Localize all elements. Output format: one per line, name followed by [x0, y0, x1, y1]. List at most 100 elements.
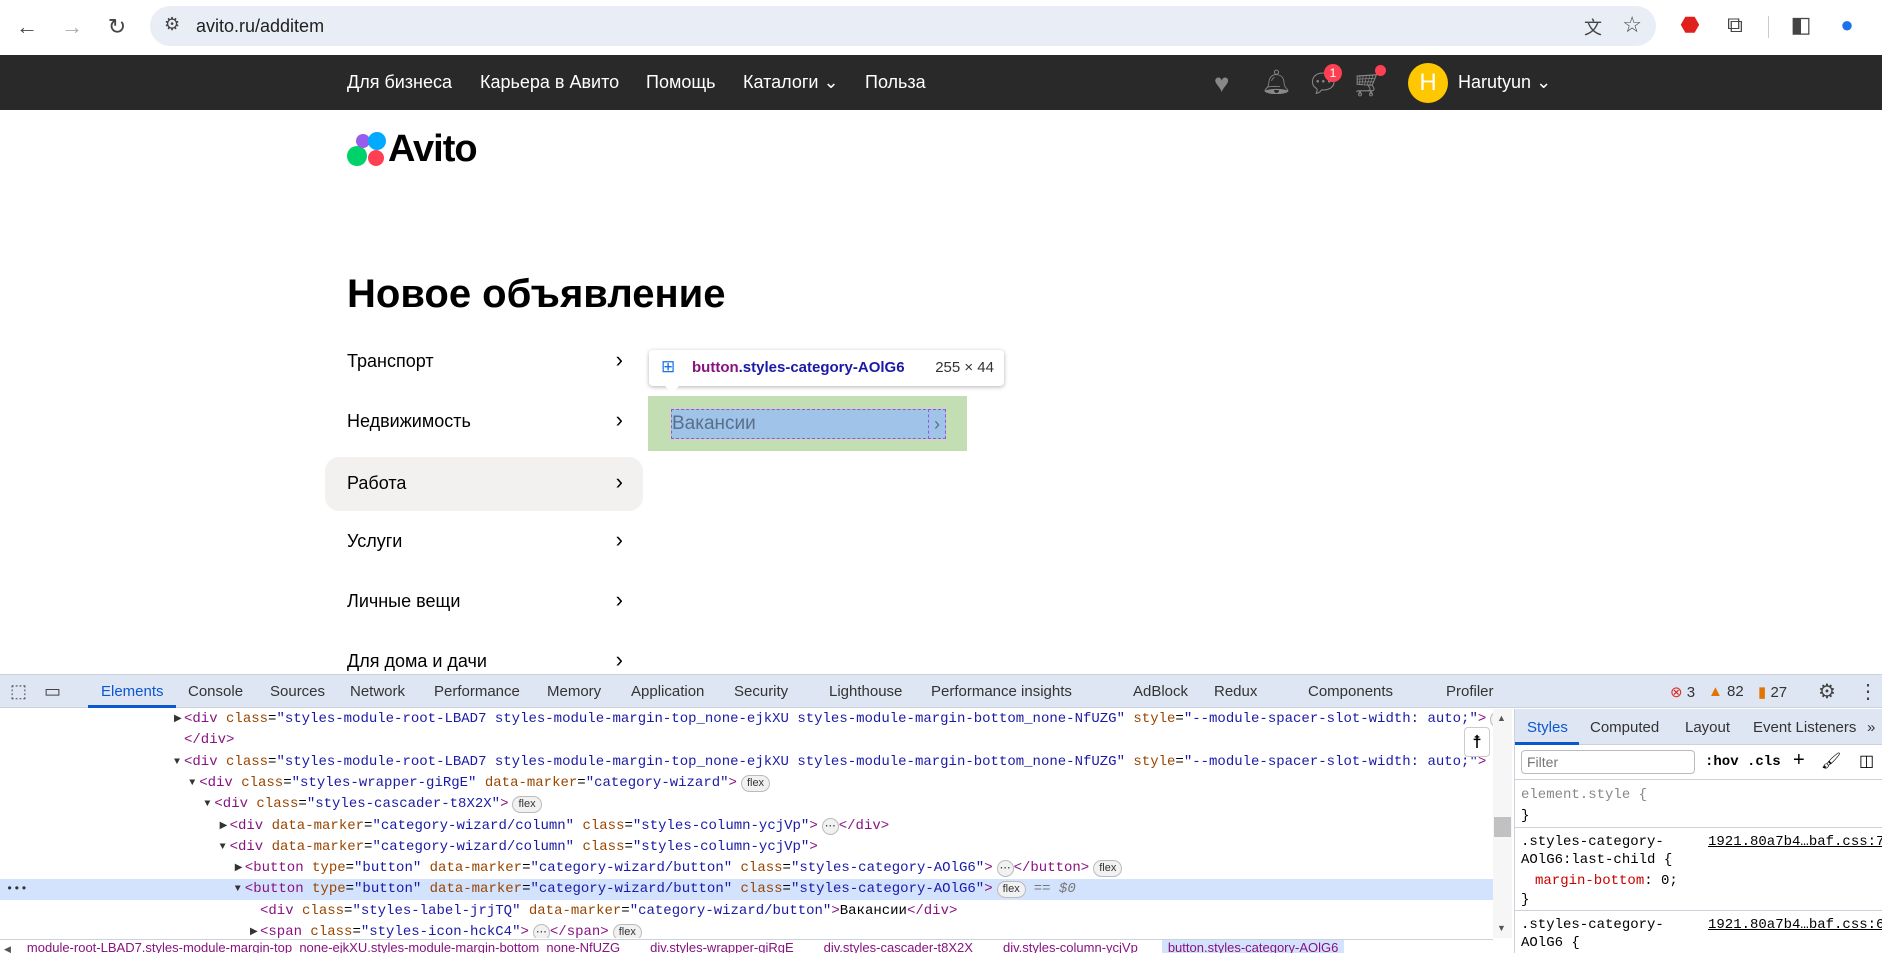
forward-icon[interactable]: →	[57, 12, 87, 42]
tab-styles[interactable]: Styles	[1527, 719, 1568, 736]
collapse-triangle-icon[interactable]: ▼	[189, 773, 195, 794]
dom-node-line[interactable]: ▶ <div data-marker = "category-wizard/colum…	[0, 816, 1493, 837]
dom-node-line[interactable]: ••• ▼ <button type="button" data-marker="c…	[0, 879, 1493, 901]
flex-badge[interactable]: flex	[1093, 860, 1123, 878]
category-work[interactable]: Работа ›	[325, 457, 643, 511]
nav-help[interactable]: Помощь	[646, 72, 716, 93]
breadcrumb-item[interactable]: div.styles-cascader-t8X2X	[818, 940, 979, 953]
settings-gear-icon[interactable]: ⚙	[1818, 679, 1836, 704]
breadcrumb-item[interactable]: button.styles-category-AOlG6	[1161, 940, 1345, 953]
new-rule-icon[interactable]: +	[1793, 749, 1805, 772]
nav-catalogs[interactable]: Каталоги ⌄	[743, 72, 839, 93]
collapsed-children-icon[interactable]: ⋯	[996, 860, 1014, 878]
category-personal[interactable]: Личные вещи ›	[325, 575, 643, 629]
dom-node-line[interactable]: ▼ <div class="styles-cascader-t8X2X"> flex	[0, 794, 1493, 815]
address-bar[interactable]: ⚙ avito.ru/additem 文 ☆	[150, 6, 1656, 46]
markup-token: "category-wizard"	[585, 774, 729, 791]
favorites-heart-icon[interactable]: ♥	[1214, 68, 1229, 99]
expand-triangle-icon[interactable]: ▶	[174, 709, 182, 730]
back-icon[interactable]: ←	[12, 12, 42, 42]
cls-toggle[interactable]: .cls	[1747, 754, 1781, 770]
tab-elements[interactable]: Elements	[101, 683, 164, 700]
flex-badge[interactable]: flex	[512, 796, 542, 814]
flex-badge[interactable]: flex	[612, 924, 642, 938]
css-declaration[interactable]: margin-bottom: 0;	[1535, 873, 1678, 889]
category-transport[interactable]: Транспорт ›	[325, 335, 643, 389]
expand-triangle-icon[interactable]: ▶	[220, 816, 228, 837]
flex-badge[interactable]: flex	[996, 881, 1026, 899]
tab-network[interactable]: Network	[350, 683, 405, 700]
elements-scrollbar[interactable]: ▲ ▼	[1493, 709, 1512, 938]
translate-icon[interactable]: 文	[1584, 14, 1602, 40]
collapse-triangle-icon[interactable]: ▼	[204, 794, 210, 815]
paint-brush-icon[interactable]: 🖌︎	[1821, 751, 1841, 771]
tab-redux[interactable]: Redux	[1214, 683, 1257, 700]
dom-node-line[interactable]: <div class = "styles-label-jrjTQ" data-mar…	[0, 901, 1493, 922]
subcategory-vacancies[interactable]: Вакансии	[671, 409, 946, 439]
tab-lighthouse[interactable]: Lighthouse	[829, 683, 902, 700]
more-tabs-icon[interactable]: »	[1867, 719, 1875, 736]
expand-triangle-icon[interactable]: ▶	[250, 922, 258, 938]
tab-components[interactable]: Components	[1308, 683, 1393, 700]
side-panel-icon[interactable]: ◧	[1786, 12, 1816, 38]
bookmark-star-icon[interactable]: ☆	[1622, 12, 1642, 38]
stylesheet-link[interactable]: 1921.80a7b4…baf.css:6	[1708, 917, 1882, 933]
device-toolbar-icon[interactable]: ▭	[44, 681, 61, 702]
tab-performance-insights[interactable]: Performance insights	[931, 683, 1072, 700]
stylesheet-link[interactable]: 1921.80a7b4…baf.css:7	[1708, 834, 1882, 850]
tab-adblock[interactable]: AdBlock	[1133, 683, 1188, 700]
accessibility-icon[interactable]: ☨	[1464, 727, 1490, 757]
expand-triangle-icon[interactable]: ▶	[235, 858, 243, 879]
avatar[interactable]: H	[1408, 63, 1448, 103]
tab-computed[interactable]: Computed	[1590, 719, 1659, 736]
category-services[interactable]: Услуги ›	[325, 515, 643, 569]
tab-memory[interactable]: Memory	[547, 683, 601, 700]
collapse-triangle-icon[interactable]: ▼	[235, 879, 241, 900]
site-settings-icon[interactable]: ⚙	[164, 14, 180, 35]
nav-business[interactable]: Для бизнеса	[347, 72, 452, 93]
collapse-triangle-icon[interactable]: ▼	[220, 837, 226, 858]
tab-layout[interactable]: Layout	[1685, 719, 1730, 736]
reload-icon[interactable]: ↻	[102, 12, 132, 42]
tab-console[interactable]: Console	[188, 683, 243, 700]
category-realty[interactable]: Недвижимость ›	[325, 395, 643, 449]
tab-performance[interactable]: Performance	[434, 683, 520, 700]
styles-filter-input[interactable]	[1521, 750, 1695, 774]
hov-toggle[interactable]: :hov	[1705, 754, 1739, 770]
dom-node-line[interactable]: </div>	[0, 730, 1493, 751]
tab-security[interactable]: Security	[734, 683, 788, 700]
breadcrumb-item[interactable]: module-root-LBAD7.styles-module-margin-t…	[21, 940, 626, 953]
dom-node-line[interactable]: ▼ <div class="styles-wrapper-giRgE" data-…	[0, 773, 1493, 794]
collapsed-children-icon[interactable]: ⋯	[532, 924, 550, 938]
nav-careers[interactable]: Карьера в Авито	[480, 72, 619, 93]
dom-node-line[interactable]: ▶ <button type="button" data-marker="cate…	[0, 858, 1493, 879]
user-menu[interactable]: Harutyun ⌄	[1458, 72, 1551, 93]
tab-application[interactable]: Application	[631, 683, 704, 700]
flex-badge[interactable]: flex	[740, 774, 771, 792]
node-actions-icon[interactable]: •••	[6, 879, 28, 900]
breadcrumb-item[interactable]: div.styles-column-ycjVp	[997, 940, 1144, 953]
notifications-bell-icon[interactable]: 🔔︎	[1261, 68, 1291, 97]
tab-profiler[interactable]: Profiler	[1446, 683, 1494, 700]
issues-count[interactable]: ▮ 27	[1758, 683, 1787, 701]
toggle-sidebar-icon[interactable]: ◫	[1859, 751, 1874, 771]
inspect-element-icon[interactable]: ⬚	[10, 681, 27, 702]
dom-node-line[interactable]: ▼ <div class = "styles-module-root-LBAD7 st…	[0, 752, 1493, 773]
dom-node-line[interactable]: ▶ <div class = "styles-module-root-LBAD7 st…	[0, 709, 1493, 730]
category-home[interactable]: Для дома и дачи ›	[325, 635, 643, 673]
extensions-icon[interactable]: ⧉	[1720, 12, 1750, 38]
tab-sources[interactable]: Sources	[270, 683, 325, 700]
warning-count[interactable]: ▲ 82	[1708, 683, 1744, 700]
nav-benefit[interactable]: Польза	[865, 72, 926, 93]
more-options-icon[interactable]: ⋮	[1858, 679, 1878, 704]
breadcrumb-item[interactable]: div.styles-wrapper-giRgE	[644, 940, 800, 953]
dom-node-line[interactable]: ▶ <span class="styles-icon-hckC4"> ⋯ </span…	[0, 922, 1493, 938]
tab-event-listeners[interactable]: Event Listeners	[1753, 719, 1856, 736]
dom-node-line[interactable]: ▼ <div data-marker = "category-wizard/colum…	[0, 837, 1493, 858]
adblock-icon[interactable]: ⬣	[1675, 12, 1705, 38]
error-count[interactable]: ⊗ 3	[1670, 683, 1695, 701]
collapse-triangle-icon[interactable]: ▼	[174, 752, 180, 773]
collapsed-children-icon[interactable]: ⋯	[821, 817, 839, 835]
profile-icon[interactable]: ●	[1832, 12, 1862, 38]
avito-logo[interactable]: Avito	[388, 128, 478, 171]
